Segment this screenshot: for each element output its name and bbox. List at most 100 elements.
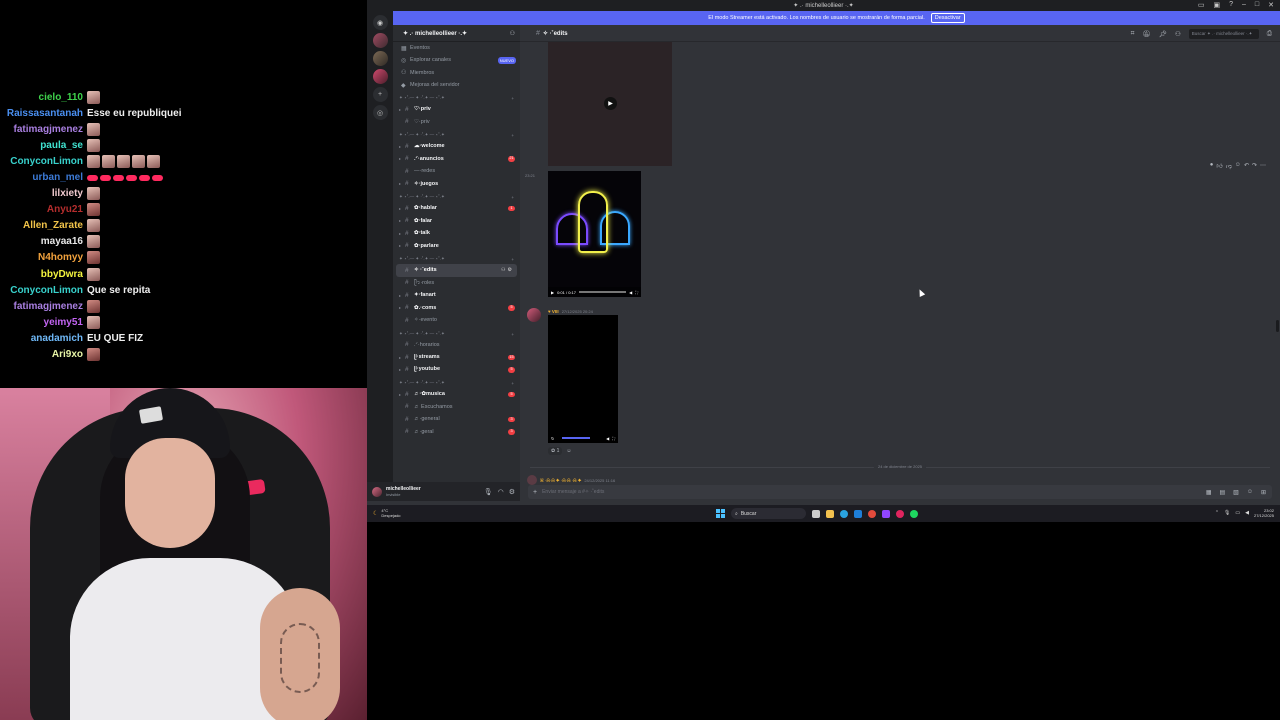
twitch-icon[interactable] bbox=[882, 509, 890, 518]
reaction-icon[interactable]: ● bbox=[1210, 162, 1214, 170]
pin-icon[interactable]: 📌︎ bbox=[1159, 30, 1167, 38]
replay-icon[interactable]: ↻ bbox=[551, 436, 554, 441]
play-icon[interactable]: ▶ bbox=[604, 97, 617, 110]
disable-streamer-mode-button[interactable]: Desactivar bbox=[930, 13, 965, 23]
spotify-icon[interactable] bbox=[910, 509, 918, 518]
channel-item[interactable]: # ᥫ᭡·roles bbox=[393, 277, 520, 290]
file-explorer-icon[interactable] bbox=[826, 509, 834, 518]
direct-messages-icon[interactable]: ◉ bbox=[372, 15, 388, 30]
apps-icon[interactable]: ⊞ bbox=[1261, 489, 1266, 496]
members-list-icon[interactable]: ⚇ bbox=[1175, 30, 1181, 38]
threads-icon[interactable]: ⌗ bbox=[1131, 30, 1135, 38]
reply-icon[interactable]: ↶ bbox=[1244, 162, 1249, 170]
channel-item[interactable]: ▸ # ✧·juegos bbox=[393, 178, 520, 191]
shortcut-members[interactable]: ⚇ Miembros bbox=[393, 67, 520, 79]
invite-icon[interactable]: ⚇ bbox=[501, 267, 505, 273]
channel-category[interactable]: ✦ ⋆˚.— ✦ ·˚.✦ — ⋆˚.✦ + bbox=[393, 128, 520, 140]
taskbar-search[interactable]: ⌕ Buscar bbox=[731, 508, 806, 519]
inbox-icon[interactable]: ▭ bbox=[1198, 1, 1205, 9]
channel-item[interactable]: ▸ # ✿·talk bbox=[393, 227, 520, 240]
shortcut-compass[interactable]: ◎ Explorar canales NUEVO bbox=[393, 54, 520, 66]
add-member-icon[interactable]: ⚇ bbox=[510, 30, 515, 37]
reaction-chip[interactable]: ✿ 1 bbox=[548, 447, 563, 455]
add-reaction-icon[interactable]: ☺ bbox=[1235, 162, 1241, 170]
discover-icon[interactable]: ◎ bbox=[372, 105, 388, 120]
fullscreen-icon[interactable]: ⛶ bbox=[635, 290, 638, 295]
channel-item[interactable]: # ✧ ·˚edits ⚇ ⚙ bbox=[396, 264, 517, 277]
microphone-icon[interactable]: 🎙︎ bbox=[484, 488, 493, 496]
chat-username[interactable]: fatimagjmenez bbox=[0, 301, 87, 312]
channel-item[interactable]: ▸ # ✿·parlare bbox=[393, 240, 520, 253]
chat-username[interactable]: mayaa16 bbox=[0, 236, 87, 247]
user-avatar[interactable] bbox=[372, 486, 382, 497]
close-button[interactable]: ✕ bbox=[1268, 1, 1274, 9]
attach-icon[interactable]: + bbox=[533, 489, 537, 496]
chat-username[interactable]: Ari9xo bbox=[0, 349, 87, 360]
channel-item[interactable]: ▸ # ✿·hablar 1 bbox=[393, 202, 520, 215]
clock[interactable]: 23:02 27/12/2025 bbox=[1254, 508, 1274, 518]
shortcut-calendar[interactable]: ▦ Eventos bbox=[393, 42, 520, 54]
chat-username[interactable]: ConyconLimon bbox=[0, 156, 87, 167]
weather-widget[interactable]: ☾ 4°C Despejado bbox=[373, 508, 401, 518]
create-channel-icon[interactable]: + bbox=[511, 257, 514, 262]
channel-category[interactable]: ✦ ⋆˚.— ✦ ·˚.✦ — ⋆˚.✦ + bbox=[393, 252, 520, 264]
video-attachment[interactable]: ▶ 0:01 / 0:17 ◀︎ ⛶ bbox=[548, 171, 641, 297]
channel-item[interactable]: ▸ # ✿·falar bbox=[393, 215, 520, 228]
volume-icon[interactable]: ◀︎ bbox=[629, 290, 632, 295]
create-channel-icon[interactable]: + bbox=[511, 332, 514, 337]
notifications-icon[interactable]: 🔕︎ bbox=[1142, 30, 1150, 38]
headphones-icon[interactable]: ◠ bbox=[498, 488, 504, 496]
chat-username[interactable]: paula_se bbox=[0, 140, 87, 151]
obs-icon[interactable] bbox=[896, 509, 904, 518]
add-server-icon[interactable]: + bbox=[372, 87, 388, 102]
play-icon[interactable]: ▶ bbox=[551, 290, 554, 295]
message-avatar[interactable] bbox=[527, 308, 541, 322]
channel-item[interactable]: ▸ # ♬·✿musica 5 bbox=[393, 388, 520, 401]
maximize-button[interactable]: □ bbox=[1255, 1, 1259, 9]
inbox-icon[interactable]: ⎙ bbox=[1267, 30, 1272, 38]
message-author[interactable]: ♥ VIII bbox=[548, 309, 559, 314]
video-attachment[interactable]: ↻ ◀︎ ⛶ bbox=[548, 315, 618, 443]
channel-item[interactable]: # ✧·evento bbox=[393, 314, 520, 327]
channel-item[interactable]: ▸ # ✿.·coms 5 bbox=[393, 302, 520, 315]
channel-category[interactable]: ✦ ⋆˚.— ✦ ·˚.✦ — ⋆˚.✦ + bbox=[393, 327, 520, 339]
more-icon[interactable]: ⋯ bbox=[1260, 162, 1266, 170]
message-author[interactable]: ꕤ ·ᕱ·ᕱ ✦ ·ᕱ·ᕱ ·ᕱ ✦ bbox=[540, 478, 581, 483]
forward-icon[interactable]: ↷ bbox=[1252, 162, 1257, 170]
shortcut-boost[interactable]: ◆ Mejoras del servidor bbox=[393, 79, 520, 91]
create-channel-icon[interactable]: + bbox=[511, 133, 514, 138]
channel-item[interactable]: ▸ # ᥫ·streams 15 bbox=[393, 351, 520, 364]
microphone-icon[interactable]: 🎙︎ bbox=[1224, 510, 1230, 516]
start-icon[interactable] bbox=[716, 509, 725, 518]
channel-item[interactable]: # ♬ Escuchamos bbox=[393, 401, 520, 414]
channel-category[interactable]: ✦ ⋆˚.— ✦ ·˚.✦ — ⋆˚.✦ + bbox=[393, 91, 520, 103]
chrome-icon[interactable] bbox=[868, 509, 876, 518]
server-icon[interactable] bbox=[372, 33, 388, 48]
create-channel-icon[interactable]: + bbox=[511, 381, 514, 386]
channel-category[interactable]: ✦ ⋆˚.— ✦ ·˚.✦ — ⋆˚.✦ + bbox=[393, 190, 520, 202]
channel-item[interactable]: ▸ # .ᐟ·anuncios 21 bbox=[393, 153, 520, 166]
channel-item[interactable]: ▸ # ☁︎·welcome bbox=[393, 140, 520, 153]
chat-username[interactable]: bbyDwra bbox=[0, 269, 87, 280]
video-progress[interactable] bbox=[578, 291, 627, 293]
channel-item[interactable]: # ♬·geral 3 bbox=[393, 426, 520, 439]
mail-icon[interactable] bbox=[854, 509, 862, 518]
channel-item[interactable]: ▸ # ✦·fanart bbox=[393, 289, 520, 302]
monitor-icon[interactable]: ▭ bbox=[1235, 510, 1240, 516]
window-icon[interactable]: ▣ bbox=[1213, 1, 1220, 9]
channel-settings-icon[interactable]: ⚙ bbox=[508, 267, 512, 273]
message-input[interactable]: Enviar mensaje a #✧ ·˚edits bbox=[542, 489, 1201, 495]
gift-icon[interactable]: ▦ bbox=[1206, 489, 1212, 496]
server-header[interactable]: ✦ .· michelleollieer ·.✦ ⚇ bbox=[393, 25, 520, 42]
chat-username[interactable]: anadamich bbox=[0, 333, 87, 344]
add-reaction-icon[interactable]: ☺ bbox=[566, 448, 571, 454]
create-channel-icon[interactable]: + bbox=[511, 195, 514, 200]
chat-username[interactable]: yeimy51 bbox=[0, 317, 87, 328]
thumbs-up-icon[interactable]: 👍︎ bbox=[1216, 162, 1222, 170]
search-input[interactable]: Buscar ✦ .· michelleollieer ·.✦ bbox=[1188, 29, 1259, 39]
minimize-button[interactable]: – bbox=[1242, 1, 1246, 9]
channel-item[interactable]: ▸ # ♡·priv bbox=[393, 103, 520, 116]
settings-icon[interactable]: ⚙ bbox=[509, 488, 515, 496]
chat-username[interactable]: lilxiety bbox=[0, 188, 87, 199]
volume-icon[interactable]: ◀︎ bbox=[606, 436, 609, 441]
